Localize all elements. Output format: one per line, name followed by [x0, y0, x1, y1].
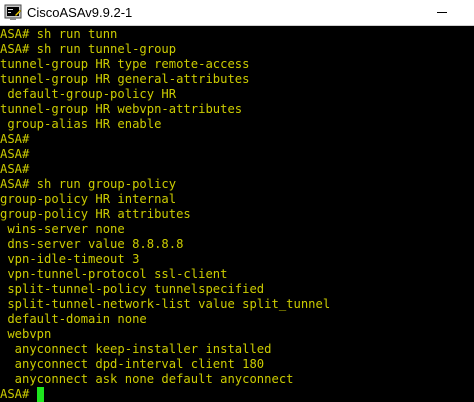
terminal-line: wins-server none: [0, 222, 125, 236]
terminal-line: ASA# sh run tunn: [0, 27, 118, 41]
terminal-line: ASA#: [0, 132, 30, 146]
terminal-line: ASA# sh run group-policy: [0, 177, 177, 191]
window-title: CiscoASAv9.9.2-1: [27, 5, 133, 20]
minimize-icon: [437, 12, 447, 13]
terminal-line: tunnel-group HR type remote-access: [0, 57, 250, 71]
terminal-line: tunnel-group HR webvpn-attributes: [0, 102, 243, 116]
terminal-line: webvpn: [0, 327, 52, 341]
terminal-line: vpn-tunnel-protocol ssl-client: [0, 267, 228, 281]
putty-terminal-icon[interactable]: [4, 4, 22, 21]
terminal-output[interactable]: ASA# sh run tunn ASA# sh run tunnel-group…: [0, 27, 474, 402]
terminal-line: ASA# sh run tunnel-group: [0, 42, 177, 56]
text-cursor: [36, 387, 44, 402]
terminal-line: default-domain none: [0, 312, 147, 326]
terminal-line: split-tunnel-policy tunnelspecified: [0, 282, 265, 296]
terminal-line: ASA#: [0, 162, 30, 176]
terminal-line: ASA#: [0, 147, 30, 161]
terminal-line: anyconnect ask none default anyconnect: [0, 372, 294, 386]
current-prompt-line[interactable]: ASA#: [0, 387, 44, 402]
terminal-line: dns-server value 8.8.8.8: [0, 237, 184, 251]
terminal-line: group-policy HR attributes: [0, 207, 191, 221]
terminal-line: group-alias HR enable: [0, 117, 162, 131]
minimize-button[interactable]: [424, 0, 460, 25]
terminal-line: group-policy HR internal: [0, 192, 177, 206]
terminal-line: vpn-idle-timeout 3: [0, 252, 140, 266]
terminal-line: anyconnect dpd-interval client 180: [0, 357, 265, 371]
terminal-line: split-tunnel-network-list value split_tu…: [0, 297, 331, 311]
title-bar[interactable]: CiscoASAv9.9.2-1: [0, 0, 474, 26]
terminal-window: CiscoASAv9.9.2-1 ASA# sh run tunn ASA# sh…: [0, 0, 474, 402]
terminal-line: default-group-policy HR: [0, 87, 177, 101]
terminal-line: anyconnect keep-installer installed: [0, 342, 272, 356]
terminal-line: tunnel-group HR general-attributes: [0, 72, 250, 86]
prompt-text: ASA#: [0, 387, 37, 401]
